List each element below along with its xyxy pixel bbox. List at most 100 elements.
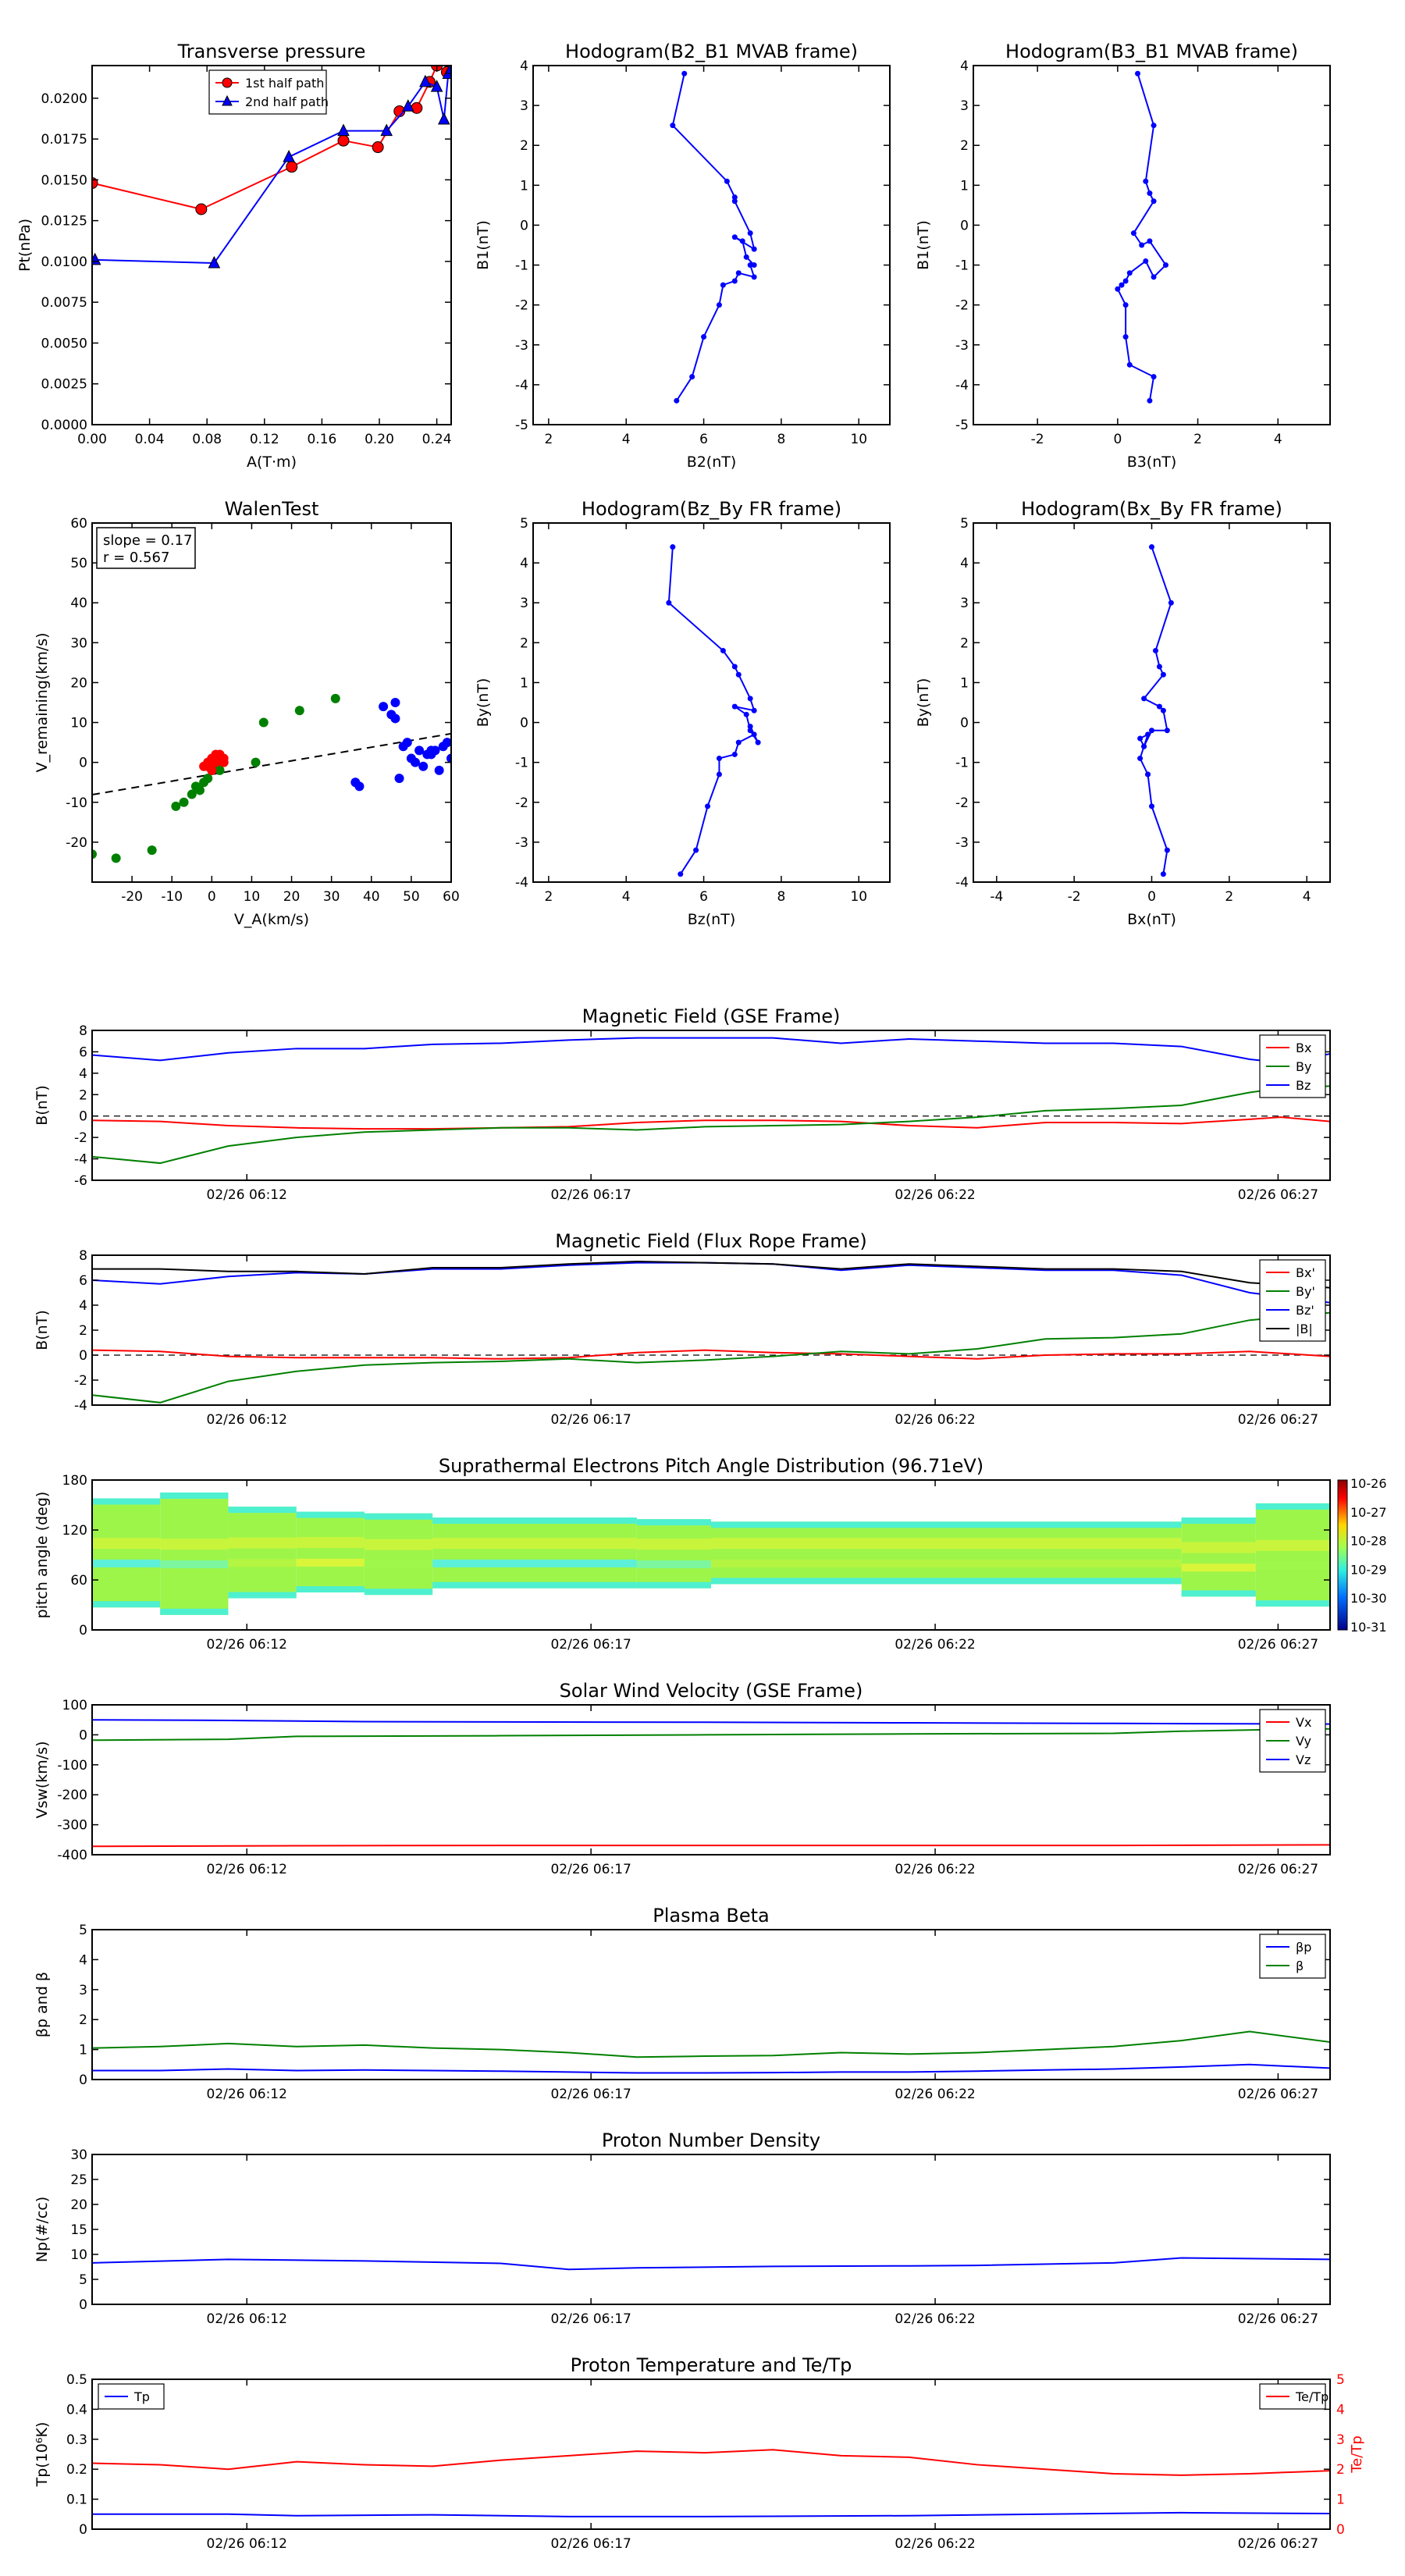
- chart-title-beta: Plasma Beta: [653, 1905, 769, 1927]
- x-tick-label: 0.16: [307, 432, 336, 447]
- y-right-tick-label: 1: [1336, 2492, 1345, 2508]
- chart-title-walen: WalenTest: [225, 498, 319, 520]
- y-axis-label: Vsw(km/s): [34, 1741, 51, 1818]
- y-tick-label: 50: [70, 556, 87, 571]
- data-point: [92, 252, 101, 265]
- y-tick-label: 40: [70, 596, 87, 611]
- heatmap-cell: [1255, 1539, 1330, 1551]
- x-tick-label: 10: [244, 889, 261, 905]
- data-point: [1147, 190, 1153, 197]
- heatmap-cell: [160, 1560, 229, 1568]
- data-point: [739, 238, 745, 244]
- data-point: [751, 246, 757, 252]
- heatmap-cell: [711, 1521, 1182, 1528]
- data-point: [1168, 600, 1174, 606]
- plot-area-mf_gse: [92, 1037, 1330, 1165]
- series-line-series: [671, 73, 756, 401]
- x-tick-label: 02/26 06:17: [550, 1412, 631, 1428]
- y-tick-label: 8: [79, 1023, 87, 1039]
- plot-frame: [91, 2154, 1331, 2305]
- data-point: [735, 270, 742, 276]
- legend-label: Vz: [1296, 1752, 1311, 1767]
- heatmap-cell: [1181, 1564, 1256, 1572]
- heatmap-cell: [432, 1517, 637, 1589]
- colorbar-tick-label: 10-30: [1350, 1591, 1387, 1606]
- data-point: [1152, 648, 1158, 654]
- x-tick-label: 02/26 06:17: [550, 1187, 631, 1203]
- x-axis-label: V_A(km/s): [234, 911, 309, 928]
- x-tick-label: 02/26 06:27: [1238, 1637, 1318, 1653]
- y-right-axis-label: Te/Tp: [1349, 2435, 1365, 2474]
- x-tick-label: 02/26 06:27: [1238, 2087, 1318, 2102]
- data-point: [747, 262, 753, 269]
- data-point: [1141, 743, 1147, 749]
- series-line-series: [1116, 73, 1167, 401]
- chart-h1: Hodogram(B2_B1 MVAB frame)2 4 6 8 10-5-4-3-2…: [475, 41, 891, 471]
- series-line-vz: [92, 1719, 1330, 1725]
- y-tick-label: -400: [57, 1848, 87, 1863]
- data-point: [251, 757, 261, 767]
- plot-frame: [532, 522, 891, 883]
- y-tick-label: 2: [960, 635, 969, 651]
- plot-area-h1: [670, 70, 757, 404]
- y-tick-label: -4: [955, 378, 969, 393]
- x-tick-label: 6: [699, 889, 708, 905]
- heatmap-cell: [1255, 1561, 1330, 1570]
- data-point: [426, 745, 436, 756]
- chart-title-vsw: Solar Wind Velocity (GSE Frame): [560, 1680, 863, 1702]
- y-axis-label: B(nT): [34, 1310, 51, 1350]
- legend-label: β: [1296, 1959, 1304, 1973]
- legend-label: Te/Tp: [1295, 2389, 1329, 2404]
- data-point: [390, 698, 400, 707]
- chart-title-mf_gse: Magnetic Field (GSE Frame): [582, 1005, 841, 1027]
- series-line-bx: [92, 1349, 1330, 1360]
- data-point: [731, 278, 738, 284]
- x-tick-label: -10: [161, 889, 183, 905]
- chart-title-tp_temp: Proton Temperature and Te/Tp: [571, 2354, 852, 2376]
- data-point: [179, 797, 189, 807]
- x-tick-label: -2: [1068, 889, 1081, 905]
- y-tick-label: 0: [520, 218, 528, 233]
- x-tick-label: 20: [283, 889, 301, 905]
- y-tick-label: 0.2: [66, 2462, 87, 2478]
- x-tick-label: 4: [622, 432, 631, 447]
- data-point: [731, 751, 738, 757]
- data-point: [689, 374, 695, 380]
- legend-label: Vx: [1296, 1715, 1311, 1730]
- x-tick-label: 02/26 06:12: [207, 2536, 287, 2552]
- figure: Transverse pressure0.00 0.04 0.08 0.12 0.16 0…: [16, 41, 1387, 2552]
- heatmap-cell: [364, 1539, 433, 1550]
- y-tick-label: 0: [79, 2297, 87, 2313]
- y-tick-label: 0.0175: [41, 132, 87, 148]
- legend-label: Tp: [133, 2389, 150, 2404]
- y-tick-label: 0: [79, 1623, 87, 1638]
- y-axis-label: By(nT): [915, 678, 932, 728]
- chart-h2: Hodogram(B3_B1 MVAB frame) -2 0 2 4 -5 -4 -3 -2 -…: [915, 41, 1331, 471]
- data-point: [701, 334, 707, 340]
- x-tick-label: 2: [1193, 432, 1202, 447]
- y-tick-label: 4: [79, 1066, 87, 1082]
- data-point: [437, 112, 450, 125]
- y-tick-label: 4: [79, 1952, 87, 1968]
- colorbar-tick-label: 10-28: [1350, 1534, 1387, 1549]
- y-axis-label: B1(nT): [915, 220, 932, 270]
- data-point: [1156, 703, 1162, 710]
- x-tick-label: 02/26 06:22: [895, 1637, 975, 1653]
- x-tick-label: 02/26 06:17: [550, 1862, 631, 1877]
- data-point: [411, 101, 423, 114]
- data-point: [195, 785, 205, 795]
- legend-label: 2nd half path: [245, 94, 329, 109]
- series-line-te-tp: [92, 2449, 1330, 2476]
- y-tick-label: 0: [79, 1348, 87, 1364]
- y-tick-label: 0.0125: [41, 214, 87, 229]
- chart-pad: Suprathermal Electrons Pitch Angle Distr…: [34, 1455, 1387, 1653]
- x-tick-label: 0.12: [250, 432, 279, 447]
- y-tick-label: 4: [520, 556, 528, 571]
- y-tick-label: -2: [74, 1373, 87, 1389]
- y-tick-label: -1: [955, 756, 969, 771]
- y-tick-label: 180: [62, 1473, 87, 1489]
- data-point: [286, 161, 298, 173]
- plot-area-tp_temp: [92, 2449, 1330, 2517]
- x-tick-label: 40: [363, 889, 380, 905]
- data-point: [171, 801, 181, 811]
